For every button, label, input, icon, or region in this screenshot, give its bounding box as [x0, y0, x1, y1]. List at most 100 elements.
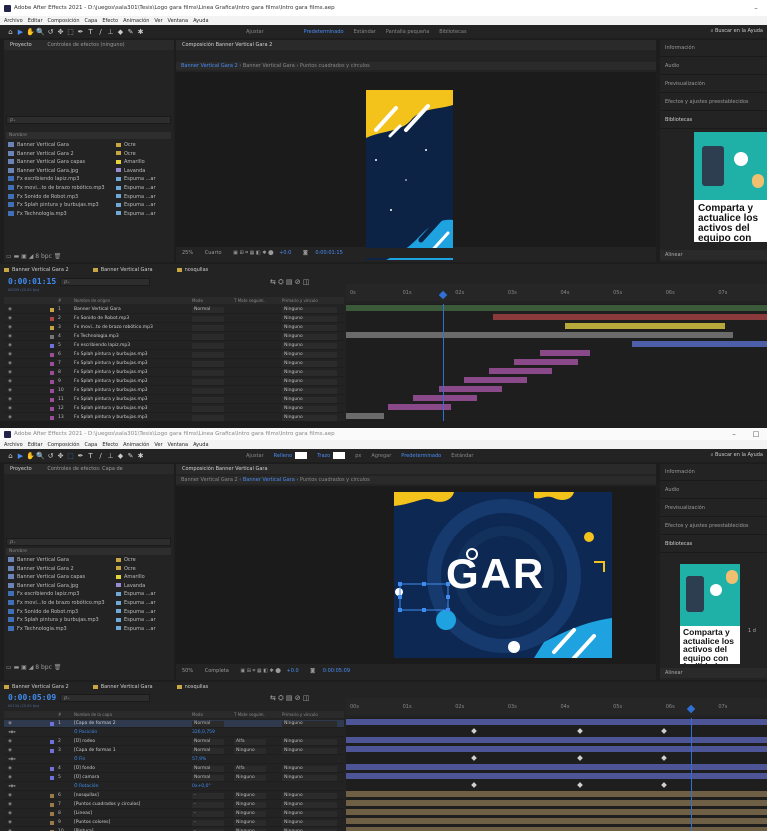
- visibility-eye-icon[interactable]: ◉: [8, 819, 12, 827]
- blend-mode-select[interactable]: Normal: [192, 775, 224, 781]
- visibility-eye-icon[interactable]: ◉: [8, 810, 12, 818]
- zoom-select[interactable]: 25%: [182, 250, 193, 256]
- layer-label-color[interactable]: [50, 362, 54, 366]
- layer-name[interactable]: [Capa de formas 1: [74, 747, 116, 755]
- layer-name[interactable]: Fx movi...to de brazo robótico.mp3: [74, 324, 153, 332]
- eraser-tool-icon[interactable]: ◆: [116, 452, 125, 460]
- visibility-eye-icon[interactable]: ◉: [8, 792, 12, 800]
- layer-name[interactable]: Fx Splah pintura y burbujas.mp3: [74, 369, 148, 377]
- column-header[interactable]: Nombre de la capa: [74, 711, 112, 718]
- column-header[interactable]: Primario y vínculo: [282, 711, 318, 718]
- layer-bar[interactable]: [514, 359, 578, 365]
- layer-label-color[interactable]: [50, 821, 54, 825]
- layer-label-color[interactable]: [50, 389, 54, 393]
- property-value[interactable]: 326,0,759: [192, 729, 215, 737]
- comp-viewer[interactable]: [176, 72, 656, 260]
- crumb-1[interactable]: Banner Vertical Gara 2: [181, 477, 238, 483]
- layer-label-color[interactable]: [50, 335, 54, 339]
- layer-bar[interactable]: [489, 368, 553, 374]
- timeline-switch-icons[interactable]: ⇆ ⛭ ▤ ⊘ ◫: [270, 278, 309, 287]
- tab-proyecto[interactable]: Proyecto: [10, 42, 32, 48]
- parent-select[interactable]: Ninguno: [282, 748, 337, 754]
- crumb-2[interactable]: Banner Vertical Gara: [243, 477, 295, 483]
- track-matte-select[interactable]: Ninguno: [234, 775, 266, 781]
- layer-label-color[interactable]: [50, 749, 54, 753]
- column-header[interactable]: T Mate seguim.: [234, 297, 265, 304]
- zoom-tool-icon[interactable]: 🔍: [36, 452, 45, 460]
- comp-viewer[interactable]: GAR: [176, 486, 656, 664]
- blend-mode-select[interactable]: [192, 406, 224, 412]
- blend-mode-select[interactable]: [192, 415, 224, 421]
- brush-tool-icon[interactable]: /: [96, 28, 105, 36]
- layer-row[interactable]: ◉ 9 [Puntos colores] - Ninguno Ninguno: [4, 819, 344, 827]
- parent-select[interactable]: Ninguno: [282, 793, 337, 799]
- layer-label-color[interactable]: [50, 317, 54, 321]
- layer-label-color[interactable]: [50, 740, 54, 744]
- brush-tool-icon[interactable]: /: [96, 452, 105, 460]
- playhead-handle[interactable]: [686, 704, 696, 714]
- timeline-search-input[interactable]: ρ₊: [60, 278, 150, 286]
- column-header[interactable]: Modo: [192, 711, 203, 718]
- zoom-select[interactable]: 50%: [182, 668, 193, 674]
- search-help-field[interactable]: ⌕ Buscar en la Ayuda: [706, 449, 767, 462]
- list-item[interactable]: Banner Vertical Gara Ocre: [8, 556, 168, 564]
- layer-bar[interactable]: [539, 350, 591, 356]
- layer-name[interactable]: [Puntos cuadrados y circulos]: [74, 801, 140, 809]
- list-item[interactable]: Banner Vertical Gara 2 Ocre: [8, 150, 168, 158]
- layer-row[interactable]: ◉ 5 Fx escribiendo lapiz.mp3 Ninguno: [4, 342, 344, 350]
- crumb-3[interactable]: Puntos cuadrados y circulos: [300, 63, 370, 69]
- layer-label-color[interactable]: [50, 722, 54, 726]
- blend-mode-select[interactable]: [192, 379, 224, 385]
- workspace-estandar[interactable]: Estándar: [451, 453, 473, 459]
- blend-mode-select[interactable]: [192, 325, 224, 331]
- blend-mode-select[interactable]: [192, 361, 224, 367]
- layer-row[interactable]: ◉ 6 [nosqullas] - Ninguno Ninguno: [4, 792, 344, 800]
- layer-name[interactable]: [Ü] camara: [74, 774, 99, 782]
- track-matte-select[interactable]: Ninguno: [234, 820, 266, 826]
- parent-select[interactable]: Ninguno: [282, 352, 337, 358]
- menu-archivo[interactable]: Archivo: [4, 442, 23, 448]
- blend-mode-select[interactable]: [192, 343, 224, 349]
- list-item[interactable]: Fx Sonido de Robot.mp3 Espuma ...ar: [8, 608, 168, 616]
- view-controls-icons[interactable]: ▣ ⊞ ⌗ ▦ ◧ ✱ ⬤: [233, 250, 274, 256]
- layer-name[interactable]: [Ü] fondo: [74, 765, 95, 773]
- workspace-bibliotecas[interactable]: Bibliotecas: [439, 29, 466, 35]
- tab-proyecto[interactable]: Proyecto: [10, 466, 32, 472]
- layer-bar[interactable]: [346, 800, 767, 806]
- layer-bar[interactable]: [346, 809, 767, 815]
- visibility-eye-icon[interactable]: ◉: [8, 360, 12, 368]
- layer-label-color[interactable]: [50, 398, 54, 402]
- timeline-switch-icons[interactable]: ⇆ ⛭ ▤ ⊘ ◫: [270, 694, 309, 703]
- parent-select[interactable]: Ninguno: [282, 379, 337, 385]
- time-ruler[interactable]: 0s 01s 02s 03s 04s 05s 06s 07s: [346, 284, 767, 301]
- clone-stamp-tool-icon[interactable]: ⊥: [106, 28, 115, 36]
- layer-row[interactable]: ◉ 2 [Ü] rodeo Normal Alfa Ninguno: [4, 738, 344, 746]
- list-item[interactable]: Banner Vertical Gara.jpg Lavanda: [8, 582, 168, 590]
- visibility-eye-icon[interactable]: ◉: [8, 306, 12, 314]
- menu-ver[interactable]: Ver: [154, 442, 162, 448]
- project-search-input[interactable]: ρ₊: [6, 538, 171, 546]
- layer-label-color[interactable]: [50, 371, 54, 375]
- layer-bar[interactable]: [413, 395, 477, 401]
- parent-select[interactable]: Ninguno: [282, 397, 337, 403]
- keyframe-nav-icon[interactable]: ◂◆▸: [8, 729, 16, 737]
- viewer-timecode[interactable]: 0:00:01:15: [315, 250, 342, 256]
- menu-animacion[interactable]: Animación: [123, 442, 149, 448]
- layer-name[interactable]: [Ü] rodeo: [74, 738, 95, 746]
- add-button[interactable]: Agregar: [371, 453, 391, 459]
- track-matte-select[interactable]: Ninguno: [234, 793, 266, 799]
- layer-name[interactable]: [nosqullas]: [74, 792, 99, 800]
- layer-bar[interactable]: [346, 791, 767, 797]
- blend-mode-select[interactable]: [192, 370, 224, 376]
- parent-select[interactable]: Ninguno: [282, 739, 337, 745]
- blend-mode-select[interactable]: Normal: [192, 721, 224, 727]
- track-matte-select[interactable]: Ninguno: [234, 811, 266, 817]
- parent-select[interactable]: Ninguno: [282, 775, 337, 781]
- track-matte-select[interactable]: Ninguno: [234, 748, 266, 754]
- visibility-eye-icon[interactable]: ◉: [8, 378, 12, 386]
- parent-select[interactable]: Ninguno: [282, 406, 337, 412]
- layer-row[interactable]: ◉ 4 [Ü] fondo Normal Alfa Ninguno: [4, 765, 344, 773]
- list-item[interactable]: Fx movi...to de brazo robótico.mp3 Espuma…: [8, 599, 168, 607]
- menu-animacion[interactable]: Animación: [123, 18, 149, 24]
- layer-name[interactable]: Fx Splah pintura y burbujas.mp3: [74, 405, 148, 413]
